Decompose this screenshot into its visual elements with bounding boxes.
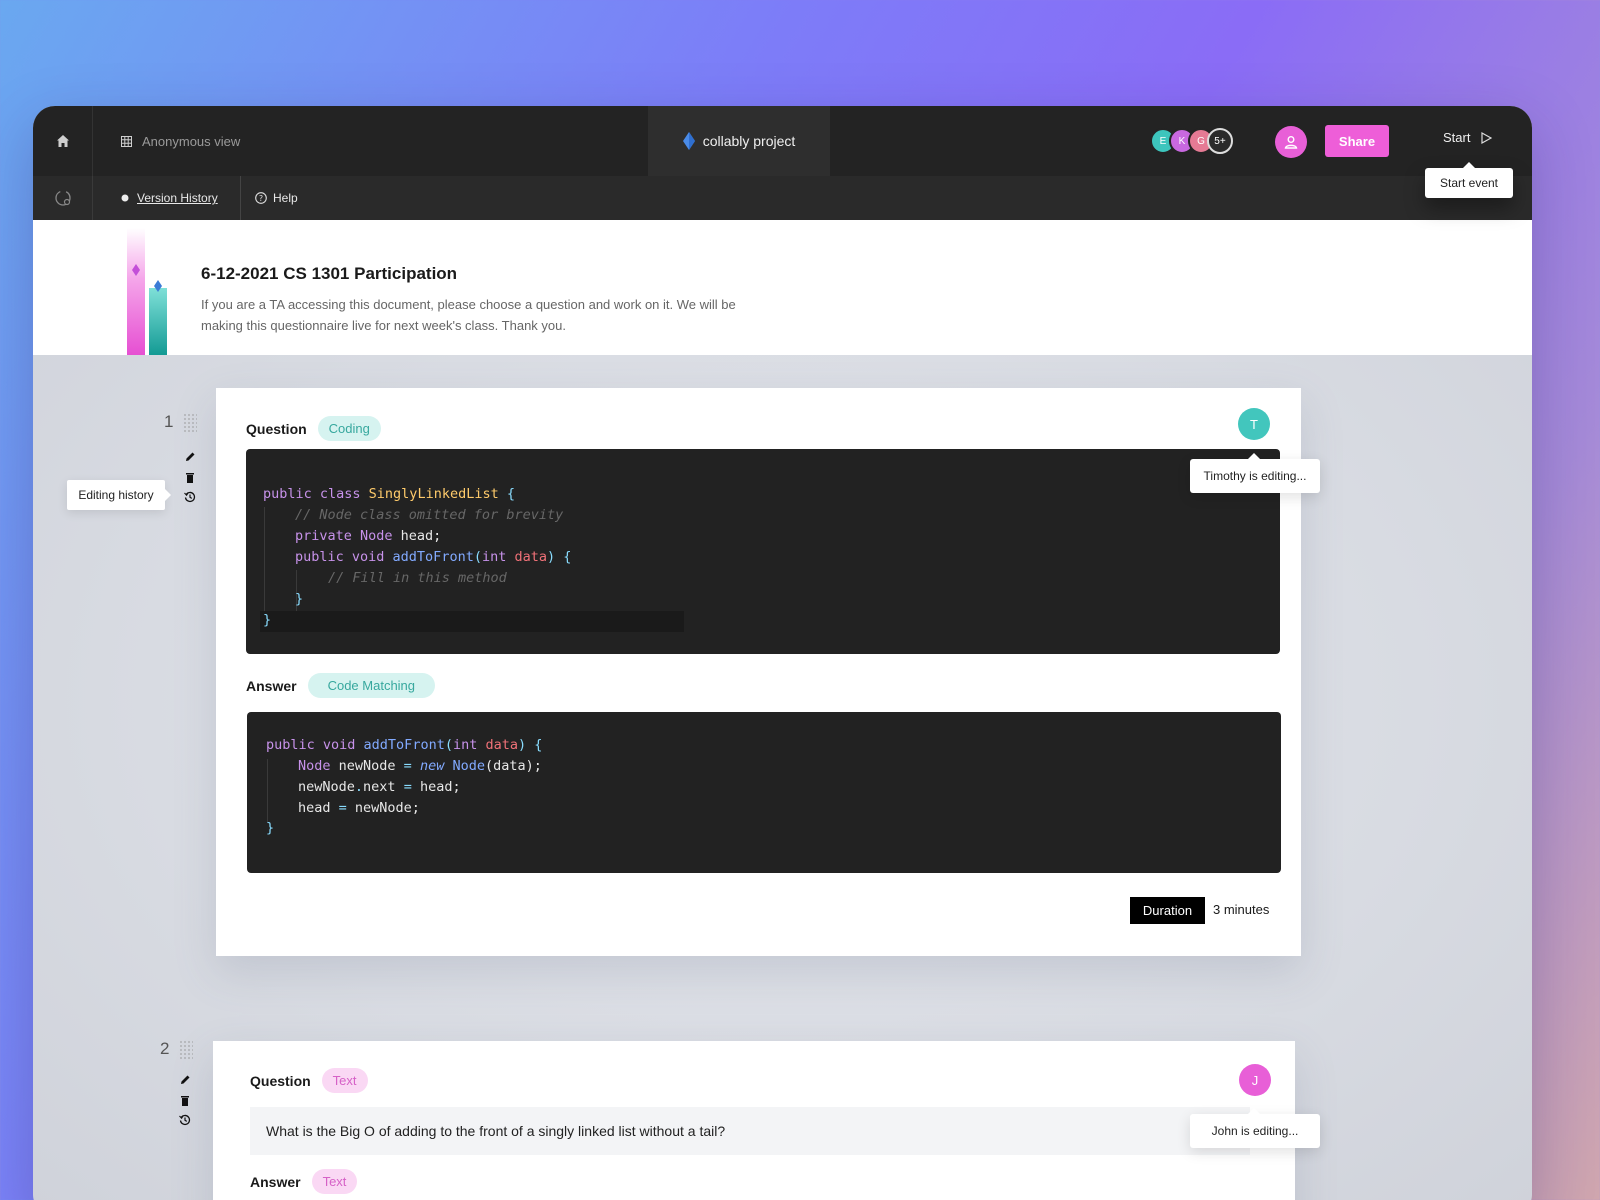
question-text-field[interactable]: What is the Big O of adding to the front… <box>250 1107 1250 1155</box>
divider <box>240 176 241 220</box>
user-icon <box>1284 136 1298 149</box>
editing-history-tooltip: Editing history <box>67 480 171 510</box>
edit-button[interactable] <box>183 449 197 463</box>
pencil-icon <box>185 452 194 461</box>
header-decoration-icon <box>127 228 167 355</box>
version-history-link[interactable]: Version History <box>121 176 218 220</box>
start-label: Start <box>1443 130 1471 145</box>
code-line: Node newNode = new Node(data); <box>298 758 542 774</box>
question-card: Question Text J John is editing... What … <box>213 1041 1320 1200</box>
edit-button[interactable] <box>178 1072 192 1086</box>
question-header: Question Coding <box>246 416 381 441</box>
secondary-toolbar: Version History ? Help <box>33 176 1532 220</box>
document-title: 6-12-2021 CS 1301 Participation <box>201 264 458 283</box>
question-label: Question <box>250 1072 311 1089</box>
code-line: } <box>266 820 275 836</box>
more-collaborators-badge[interactable]: 5+ <box>1207 128 1233 154</box>
document-description: If you are a TA accessing this document,… <box>201 297 736 333</box>
home-icon <box>56 135 69 147</box>
help-link[interactable]: ? Help <box>255 176 298 220</box>
history-button[interactable] <box>178 1113 192 1127</box>
answer-label: Answer <box>250 1173 301 1190</box>
sync-button[interactable] <box>33 176 93 220</box>
project-name: collably project <box>702 133 796 149</box>
help-icon: ? <box>255 192 267 204</box>
start-event-tooltip: Start event <box>1425 162 1513 198</box>
code-line: private Node head; <box>295 528 442 544</box>
answer-type-tag[interactable]: Text <box>311 1169 358 1194</box>
anonymous-view-toggle[interactable]: Anonymous view <box>121 106 240 176</box>
history-icon <box>179 1114 191 1126</box>
editing-status-tooltip: John is editing... <box>1190 1108 1320 1148</box>
trash-icon <box>181 1095 189 1106</box>
top-bar: Anonymous view collably project E K G 5+… <box>33 106 1532 176</box>
code-line: public void addToFront(int data) { <box>266 737 543 753</box>
play-icon <box>1481 131 1493 144</box>
history-icon <box>184 491 196 503</box>
user-profile-button[interactable] <box>1275 126 1307 158</box>
code-line: public void addToFront(int data) { <box>295 549 572 565</box>
delete-button[interactable] <box>178 1093 192 1107</box>
app-window: Anonymous view collably project E K G 5+… <box>33 106 1532 1200</box>
code-line: head = newNode; <box>298 800 420 816</box>
answer-label: Answer <box>246 677 297 694</box>
delete-button[interactable] <box>183 470 197 484</box>
answer-header: Answer Code Matching <box>246 673 436 698</box>
cursor-line-highlight <box>260 611 684 632</box>
duration-value[interactable]: 3 minutes <box>1213 902 1269 917</box>
grid-icon <box>121 135 132 147</box>
anonymous-view-label: Anonymous view <box>142 133 241 149</box>
home-button[interactable] <box>33 106 93 176</box>
editor-avatar[interactable]: J <box>1239 1064 1271 1096</box>
history-button[interactable] <box>183 490 197 504</box>
question-label: Question <box>246 420 307 437</box>
document-header: 6-12-2021 CS 1301 Participation If you a… <box>33 220 1532 355</box>
pencil-icon <box>180 1075 189 1084</box>
code-line: newNode.next = head; <box>298 779 461 795</box>
share-button[interactable]: Share <box>1325 125 1389 157</box>
duration-label: Duration <box>1130 897 1205 924</box>
sync-icon <box>54 190 71 206</box>
svg-text:?: ? <box>259 194 263 203</box>
version-history-label: Version History <box>137 191 218 205</box>
indent-guide <box>267 759 268 822</box>
question-number: 1 <box>164 412 174 431</box>
answer-header: Answer Text <box>250 1169 358 1194</box>
question-code-block[interactable]: public class SinglyLinkedList { // Node … <box>246 449 1280 654</box>
question-type-tag[interactable]: Coding <box>317 416 381 441</box>
editing-status-tooltip: Timothy is editing... <box>1190 453 1320 493</box>
info-dot-icon <box>121 194 129 202</box>
start-button[interactable]: Start <box>1443 130 1493 145</box>
answer-code-block[interactable]: public void addToFront(int data) { Node … <box>247 712 1281 873</box>
question-number: 2 <box>160 1039 170 1058</box>
trash-icon <box>186 472 194 483</box>
project-tab[interactable]: collably project <box>648 106 830 176</box>
code-line: public class SinglyLinkedList { <box>263 486 515 502</box>
answer-type-tag[interactable]: Code Matching <box>307 673 436 698</box>
code-line: // Fill in this method <box>328 570 507 586</box>
code-line: // Node class omitted for brevity <box>295 507 564 523</box>
code-line: } <box>295 591 304 607</box>
question-card: Question Coding T Timothy is editing... … <box>216 388 1320 956</box>
question-type-tag[interactable]: Text <box>321 1068 368 1093</box>
drag-handle-icon[interactable] <box>179 1040 193 1060</box>
code-line: } <box>263 612 272 628</box>
editor-avatar[interactable]: T <box>1238 408 1270 440</box>
diamond-logo-icon <box>682 132 695 150</box>
help-label: Help <box>273 191 298 205</box>
collaborator-avatars[interactable]: E K G 5+ <box>1150 128 1233 156</box>
drag-handle-icon[interactable] <box>183 413 197 433</box>
question-header: Question Text <box>250 1068 368 1093</box>
